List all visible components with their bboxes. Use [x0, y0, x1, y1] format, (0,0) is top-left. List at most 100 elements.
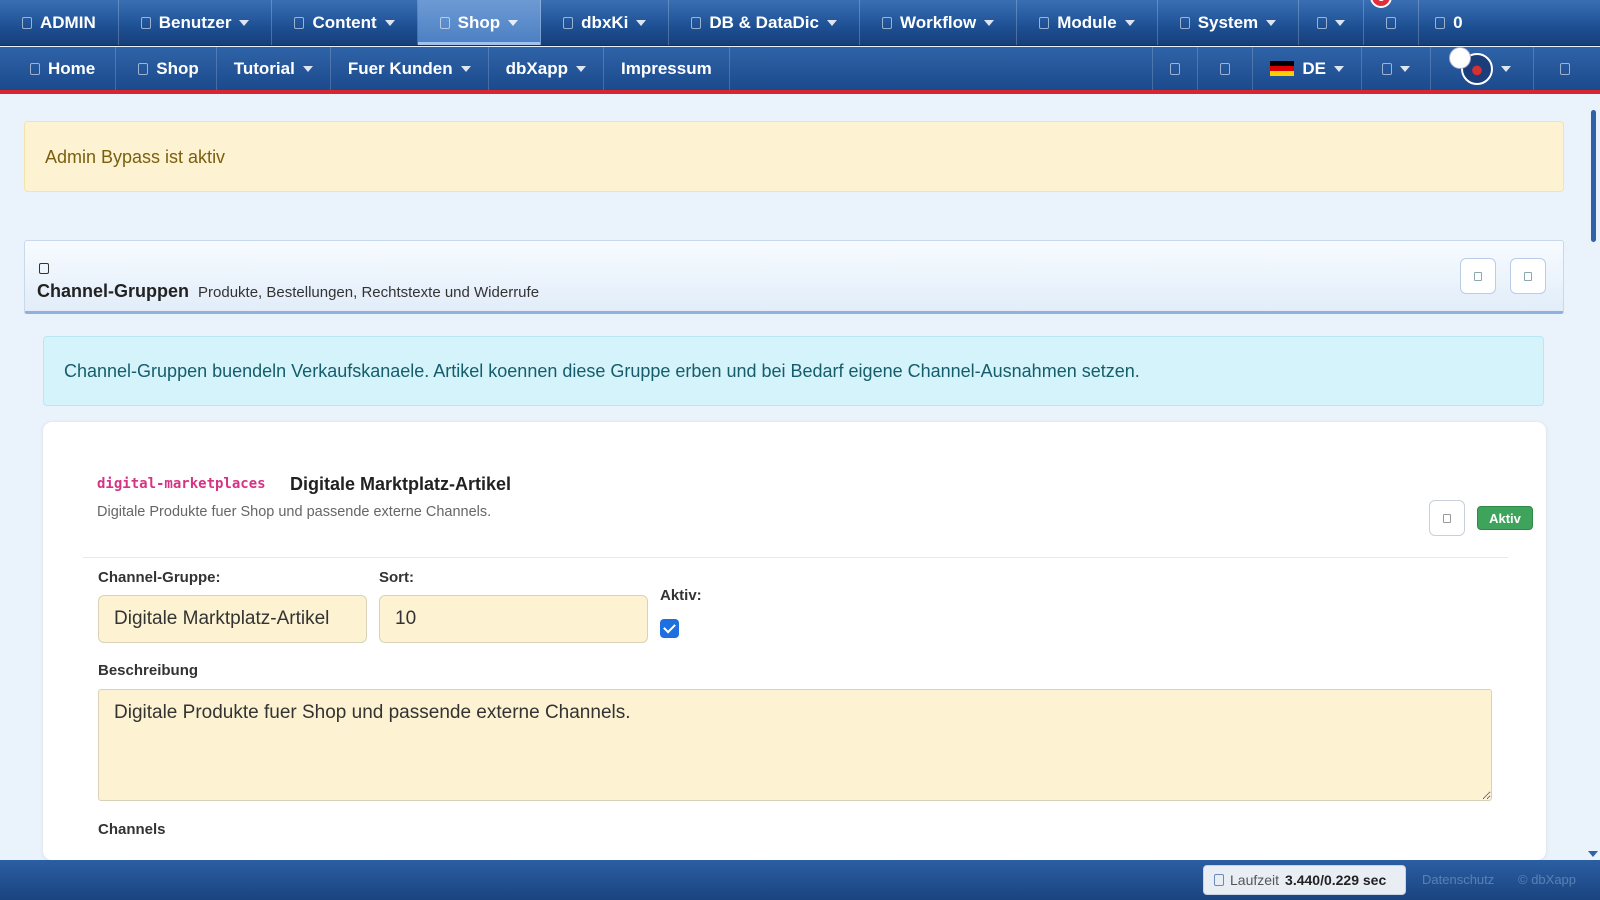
nav-settings-menu[interactable] [1362, 47, 1431, 90]
workflow-icon [882, 16, 892, 29]
panel-add-button[interactable] [1460, 258, 1496, 294]
menu-dbxki[interactable]: dbxKi [541, 0, 670, 45]
database-icon [691, 16, 702, 29]
chevron-down-icon [1400, 65, 1410, 72]
channel-group-label: Channel-Gruppe: [98, 569, 221, 586]
group-action-button[interactable] [1429, 500, 1465, 536]
nav-tutorial[interactable]: Tutorial [217, 47, 331, 90]
chevron-down-icon [984, 19, 995, 26]
panel-options-button[interactable] [1510, 258, 1546, 294]
page-scrollbar[interactable] [1588, 100, 1598, 857]
panel-icon [39, 263, 49, 274]
user-menu[interactable] [1431, 46, 1534, 90]
sort-input[interactable] [379, 595, 648, 643]
description-label: Beschreibung [98, 662, 199, 679]
copyright-text: © dbXapp [1518, 872, 1577, 887]
nav-shop-label: Shop [156, 58, 199, 78]
edit-icon [1443, 513, 1451, 523]
counter-value: 0 [1453, 12, 1463, 32]
chevron-down-icon [302, 65, 313, 72]
channel-groups-panel-header: Channel-Gruppen Produkte, Bestellungen, … [24, 240, 1564, 314]
nav-home-label: Home [48, 58, 96, 78]
privacy-link[interactable]: Datenschutz [1422, 872, 1494, 887]
chevron-down-icon [576, 65, 586, 72]
menu-shop[interactable]: Shop [417, 0, 542, 45]
users-icon [140, 16, 151, 29]
nav-shop[interactable]: Shop [116, 47, 217, 90]
flag-de-icon [1270, 60, 1295, 77]
menu-system-label: System [1197, 12, 1259, 32]
menu-counter[interactable]: 0 [1419, 0, 1478, 45]
clock-icon [1214, 874, 1224, 886]
notification-count-badge: 3 [1370, 0, 1393, 8]
runtime-label: Laufzeit [1230, 872, 1280, 888]
panel-title: Channel-Gruppen Produkte, Bestellungen, … [37, 281, 539, 302]
nav-impressum-label: Impressum [621, 58, 712, 78]
nav-icon-button-2[interactable] [1198, 47, 1254, 90]
nav-dbxapp-label: dbXapp [505, 58, 568, 78]
chevron-down-icon [827, 19, 837, 26]
footer-bar: Laufzeit 3.440/0.229 sec Datenschutz © d… [0, 860, 1600, 900]
site-nav-bar: Home Shop Tutorial Fuer Kunden dbXapp Im… [0, 46, 1600, 94]
module-icon [1039, 16, 1050, 29]
chevron-down-icon [636, 19, 647, 26]
panel-title-text: Channel-Gruppen [37, 281, 189, 301]
notifications-button[interactable]: 3 [1364, 0, 1420, 45]
nav-dbxapp[interactable]: dbXapp [489, 47, 604, 90]
menu-shop-label: Shop [457, 12, 501, 32]
active-label: Aktiv: [660, 587, 702, 604]
status-badge: Aktiv [1477, 506, 1533, 530]
bell-icon [1386, 16, 1397, 29]
menu-module[interactable]: Module [1017, 0, 1158, 45]
menu-benutzer[interactable]: Benutzer [119, 0, 273, 45]
menu-dbxki-label: dbxKi [581, 12, 629, 32]
nav-icon-button-3[interactable] [1534, 47, 1600, 90]
language-selector[interactable]: DE [1253, 47, 1362, 90]
shop-icon [439, 16, 450, 29]
menu-benutzer-label: Benutzer [158, 12, 232, 32]
nav-home[interactable]: Home [0, 47, 117, 90]
menu-system[interactable]: System [1158, 0, 1300, 45]
chevron-down-icon [508, 19, 519, 26]
active-checkbox[interactable] [660, 619, 679, 638]
channel-group-input[interactable] [98, 595, 367, 643]
panel-subtitle: Produkte, Bestellungen, Rechtstexte und … [198, 284, 540, 301]
language-label: DE [1302, 58, 1326, 78]
menu-workflow[interactable]: Workflow [860, 0, 1018, 45]
menu-content[interactable]: Content [272, 0, 418, 45]
admin-bypass-text: Admin Bypass ist aktiv [45, 147, 226, 167]
logout-icon [1560, 62, 1570, 75]
menu-workflow-label: Workflow [900, 12, 977, 32]
admin-icon [22, 16, 32, 29]
nav-fuer-kunden[interactable]: Fuer Kunden [331, 47, 489, 90]
channel-groups-info-alert: Channel-Gruppen buendeln Verkaufskanaele… [43, 336, 1544, 406]
search-icon [1170, 62, 1181, 75]
menu-db-datadic[interactable]: DB & DataDic [669, 0, 860, 45]
chevron-down-icon [1124, 19, 1135, 26]
nav-icon-button-1[interactable] [1152, 47, 1199, 90]
avatar [1449, 46, 1493, 85]
group-code: digital-marketplaces [97, 476, 266, 492]
chevron-down-icon [384, 19, 395, 26]
shop-icon [138, 62, 149, 75]
group-description: Digitale Produkte fuer Shop und passende… [97, 504, 492, 520]
home-icon [30, 62, 40, 75]
menu-db-datadic-label: DB & DataDic [709, 12, 819, 32]
chevron-down-icon [1266, 19, 1277, 26]
chevron-down-icon [460, 65, 471, 72]
nav-impressum[interactable]: Impressum [604, 47, 730, 90]
channel-group-card-header: digital-marketplaces Digitale Marktplatz… [83, 452, 1533, 558]
chevron-down-icon [1501, 65, 1511, 72]
nav-fuer-kunden-label: Fuer Kunden [347, 58, 453, 78]
menu-admin[interactable]: ADMIN [0, 0, 119, 45]
menu-extra[interactable] [1299, 0, 1365, 45]
menu-module-label: Module [1057, 12, 1117, 32]
scroll-down-arrow-icon[interactable] [1588, 851, 1598, 857]
ai-icon [563, 16, 574, 29]
system-icon [1179, 16, 1190, 29]
description-textarea[interactable]: Digitale Produkte fuer Shop und passende… [98, 689, 1492, 801]
sort-label: Sort: [379, 569, 414, 586]
scrollbar-thumb[interactable] [1591, 110, 1596, 242]
chevron-down-icon [1335, 19, 1346, 26]
